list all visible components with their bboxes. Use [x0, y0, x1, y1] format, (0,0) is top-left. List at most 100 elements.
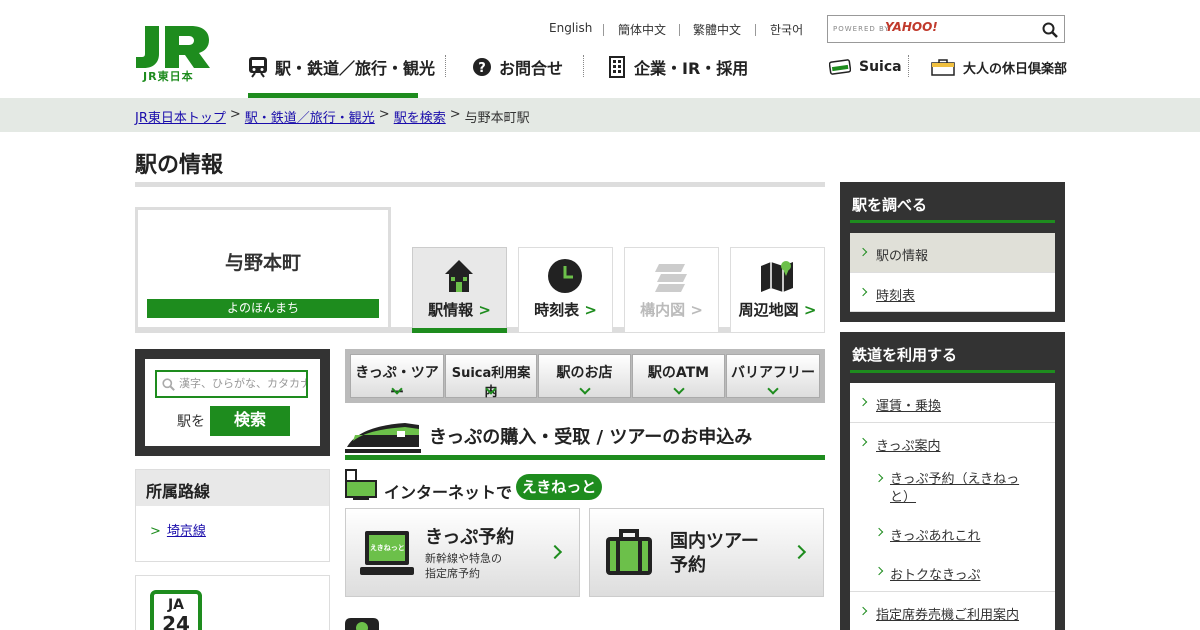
nav-railway-travel-label: 駅・鉄道／旅行・観光 [275, 59, 436, 78]
chevron-right-icon [874, 566, 884, 576]
cat-tab-suica-guide[interactable]: Suica利用案内 [445, 354, 537, 400]
station-lookup-panel: 駅を調べる 駅の情報 時刻表 [840, 182, 1065, 322]
sidebar-subitem-ticket-tips[interactable]: きっぷあれこれ [850, 513, 1055, 553]
tab-area-map-label: 周辺地図 > [738, 301, 817, 319]
breadcrumb-separator: > [378, 107, 390, 122]
lang-divider [603, 24, 604, 36]
train-icon [248, 57, 268, 78]
chevron-down-icon [578, 383, 591, 395]
chevron-right-icon [874, 527, 884, 537]
suitcase-icon [606, 529, 652, 575]
logo-text: JR東日本 [143, 70, 194, 83]
station-search-panel: 漢字、ひらがな、カタカナ 駅を 検索 [135, 349, 330, 456]
station-search-label: 駅を [177, 414, 205, 430]
tab-station-info[interactable]: 駅情報 > [412, 247, 507, 333]
nav-divider [445, 55, 446, 77]
tickets-section-title: きっぷの購入・受取 / ツアーのお申込み [429, 427, 753, 448]
ticket-reservation-subtitle: 新幹線や特急の 指定席予約 [425, 552, 502, 580]
nav-divider [908, 55, 909, 77]
breadcrumb: JR東日本トップ > 駅・鉄道／旅行・観光 > 駅を検索 > 与野本町駅 [135, 107, 530, 126]
sidebar-subitem-ekinet[interactable]: きっぷ予約（えきねっと） [850, 463, 1055, 513]
station-building-icon [445, 260, 473, 292]
station-keyword-input[interactable]: 漢字、ひらがな、カタカナ [155, 370, 308, 398]
sidebar-item-station-info[interactable]: 駅の情報 [850, 233, 1055, 273]
station-lookup-heading: 駅を調べる [852, 196, 928, 214]
suica-card-icon [828, 57, 852, 77]
sidebar-item-fare-transfer[interactable]: 運賃・乗換 [850, 383, 1055, 423]
chevron-right-icon: > [150, 524, 161, 539]
partial-section-icon [345, 618, 379, 630]
station-search-inner: 漢字、ひらがな、カタカナ 駅を 検索 [145, 359, 320, 446]
tab-timetable[interactable]: 時刻表 > [518, 247, 613, 333]
clock-icon [548, 259, 582, 293]
sidebar-subitem-discount-tickets[interactable]: おトクなきっぷ [850, 553, 1055, 592]
lang-korean[interactable]: 한국어 [770, 21, 803, 38]
title-divider [135, 182, 825, 187]
internet-label: インターネットで [384, 483, 513, 502]
laptop-icon [360, 531, 414, 575]
nav-suica[interactable]: Suica [828, 52, 902, 82]
nav-otona-club[interactable]: 大人の休日倶楽部 [930, 52, 1067, 82]
breadcrumb-link-top[interactable]: JR東日本トップ [135, 107, 226, 126]
search-powered-by: POWERED BY [833, 25, 890, 33]
chevron-right-icon [858, 606, 868, 616]
station-name: 与野本町 [224, 252, 301, 274]
breadcrumb-current: 与野本町駅 [464, 111, 530, 126]
nav-contact[interactable]: ? お問合せ [472, 52, 563, 82]
breadcrumb-link-station-search[interactable]: 駅を検索 [394, 107, 446, 126]
station-name-card: 与野本町 よのほんまち [135, 207, 391, 333]
site-search-input[interactable]: POWERED BY YAHOO! [827, 15, 1065, 43]
search-icon[interactable] [1042, 22, 1058, 38]
chevron-right-icon [858, 287, 868, 297]
railway-use-heading: 鉄道を利用する [852, 346, 958, 364]
lang-divider [679, 24, 680, 36]
map-pin-icon [761, 261, 793, 292]
lang-divider [755, 24, 756, 36]
section-divider [345, 455, 825, 460]
breadcrumb-separator: > [229, 107, 241, 122]
station-search-button[interactable]: 検索 [210, 406, 290, 436]
nav-divider [583, 55, 584, 77]
floor-map-icon [655, 264, 687, 292]
station-code-box: JA 24 [135, 575, 330, 630]
page-title: 駅の情報 [135, 153, 224, 178]
ticket-reservation-button[interactable]: えきねっと きっぷ予約 新幹線や特急の 指定席予約 [345, 508, 580, 597]
cat-tab-station-shops[interactable]: 駅のお店 [538, 354, 631, 398]
sidebar-item-ticket-guide[interactable]: きっぷ案内 [850, 423, 1055, 463]
line-item-saikyo[interactable]: > 埼京線 [150, 520, 206, 539]
chevron-right-icon [791, 544, 807, 560]
cat-tab-barrier-free[interactable]: バリアフリー [726, 354, 820, 398]
panel-divider [850, 220, 1055, 223]
nav-corporate[interactable]: 企業・IR・採用 [607, 52, 748, 82]
lang-simplified-chinese[interactable]: 簡体中文 [618, 21, 666, 38]
yahoo-logo: YAHOO! [885, 20, 938, 34]
tab-area-map[interactable]: 周辺地図 > [730, 247, 825, 333]
breadcrumb-link-railway[interactable]: 駅・鉄道／旅行・観光 [245, 107, 375, 126]
sidebar-item-ticket-machine[interactable]: 指定席券売機ご利用案内 [850, 592, 1055, 630]
station-name-kana: よのほんまち [147, 299, 379, 318]
laptop-icon-label: えきねっと [370, 544, 405, 552]
chevron-right-icon [858, 247, 868, 257]
svg-text:?: ? [478, 61, 486, 76]
panel-divider [850, 370, 1055, 373]
station-lines-box: 所属路線 > 埼京線 [135, 469, 330, 562]
shinkansen-icon [345, 423, 421, 453]
nav-corporate-label: 企業・IR・採用 [634, 59, 749, 78]
tickets-section-header: きっぷの購入・受取 / ツアーのお申込み [345, 417, 825, 457]
chevron-right-icon [858, 397, 868, 407]
station-number-badge: JA 24 [150, 590, 202, 630]
question-icon: ? [472, 57, 492, 77]
station-lines-heading: 所属路線 [136, 470, 329, 506]
nav-contact-label: お問合せ [499, 59, 564, 78]
cat-tab-station-atm[interactable]: 駅のATM [632, 354, 725, 398]
sidebar-item-timetable[interactable]: 時刻表 [850, 273, 1055, 312]
category-tab-bar: きっぷ・ツアー Suica利用案内 駅のお店 駅のATM バリアフリー [345, 349, 825, 403]
domestic-tour-button[interactable]: 国内ツアー 予約 [589, 508, 824, 597]
nav-railway-travel[interactable]: 駅・鉄道／旅行・観光 [248, 52, 435, 82]
ekinet-logo[interactable]: えきねっと [516, 474, 602, 500]
jr-east-logo[interactable]: JR東日本 [135, 24, 211, 83]
chevron-right-icon [874, 473, 884, 483]
cat-tab-tickets-tours[interactable]: きっぷ・ツアー [350, 354, 444, 401]
lang-traditional-chinese[interactable]: 繁體中文 [693, 21, 741, 38]
lang-english[interactable]: English [549, 21, 592, 35]
